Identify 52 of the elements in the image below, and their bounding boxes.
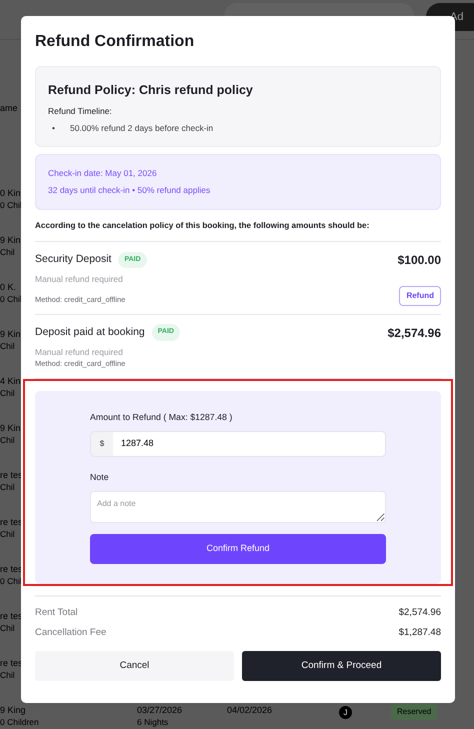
guest-name: 9 Kin [0,328,21,340]
currency-prefix: $ [91,432,113,456]
guest-detail: Chil [0,387,15,399]
total-label: Cancellation Fee [35,626,106,640]
dialog-title: Refund Confirmation [35,32,196,52]
guest-detail: Chil [0,622,15,634]
cancel-button[interactable]: Cancel [35,651,234,682]
payment-note: Manual refund required [35,346,124,358]
confirm-refund-button[interactable]: Confirm Refund [90,534,386,564]
guest-name: 9 Kin [0,234,21,246]
refund-button[interactable]: Refund [399,286,441,306]
intro-text: According to the cancelation policy of this booking, the following amounts should be: [35,220,441,242]
payment-note: Manual refund required [35,272,124,286]
confirm-button[interactable]: Confirm & Proceed [242,651,441,682]
payment-amount: $2,574.96 [388,324,441,342]
guest-detail: Chil [0,481,15,493]
avatar: J [339,706,352,719]
guest-name: 9 Kin [0,422,21,434]
payment-name: Security Deposit [35,252,112,267]
guest-detail: Chil [0,246,15,258]
column-header: ame [0,103,18,113]
guest-detail: Chil [0,669,15,681]
amount-label: Amount to Refund ( Max: $1287.48 ) [90,410,234,424]
guest-detail: 0 Children [0,716,39,728]
nights-count: 6 Nights [137,716,168,728]
note-label: Note [90,470,110,484]
total-value: $2,574.96 [398,606,441,620]
total-label: Rent Total [35,606,78,620]
check-out-date: 04/02/2026 [227,704,272,716]
guest-detail: Chil [0,340,15,352]
timeline-label: Refund Timeline: [48,104,113,118]
guest-name: 0 K. [0,281,16,293]
guest-detail: Chil [0,528,15,540]
guest-name: 9 King [0,704,26,716]
payment-amount: $100.00 [398,252,441,269]
bullet: • [52,122,55,134]
amount-field[interactable]: $ 1287.48 [90,430,386,457]
policy-title: Refund Policy: Chris refund policy [48,82,254,99]
guest-detail: Chil [0,434,15,446]
total-value: $1,287.48 [398,626,441,640]
payment-name: Deposit paid at booking [35,324,145,340]
guest-name: 0 Kin [0,187,21,199]
guest-detail: 0 Chil [0,575,22,587]
refund-status: 32 days until check-in • 50% refund applies [48,184,212,197]
guest-detail: 0 Chil [0,293,22,305]
check-in-date: Check-in date: May 01, 2026 [48,166,158,180]
guest-detail: 0 Chil [0,199,22,211]
timeline-item: 50.00% refund 2 days before check-in [70,122,214,134]
status-tag: Reserved [391,704,438,720]
check-in-date: 03/27/2026 [137,704,182,716]
note-field[interactable]: Add a note [90,490,386,523]
guest-name: 4 Kin [0,375,21,387]
